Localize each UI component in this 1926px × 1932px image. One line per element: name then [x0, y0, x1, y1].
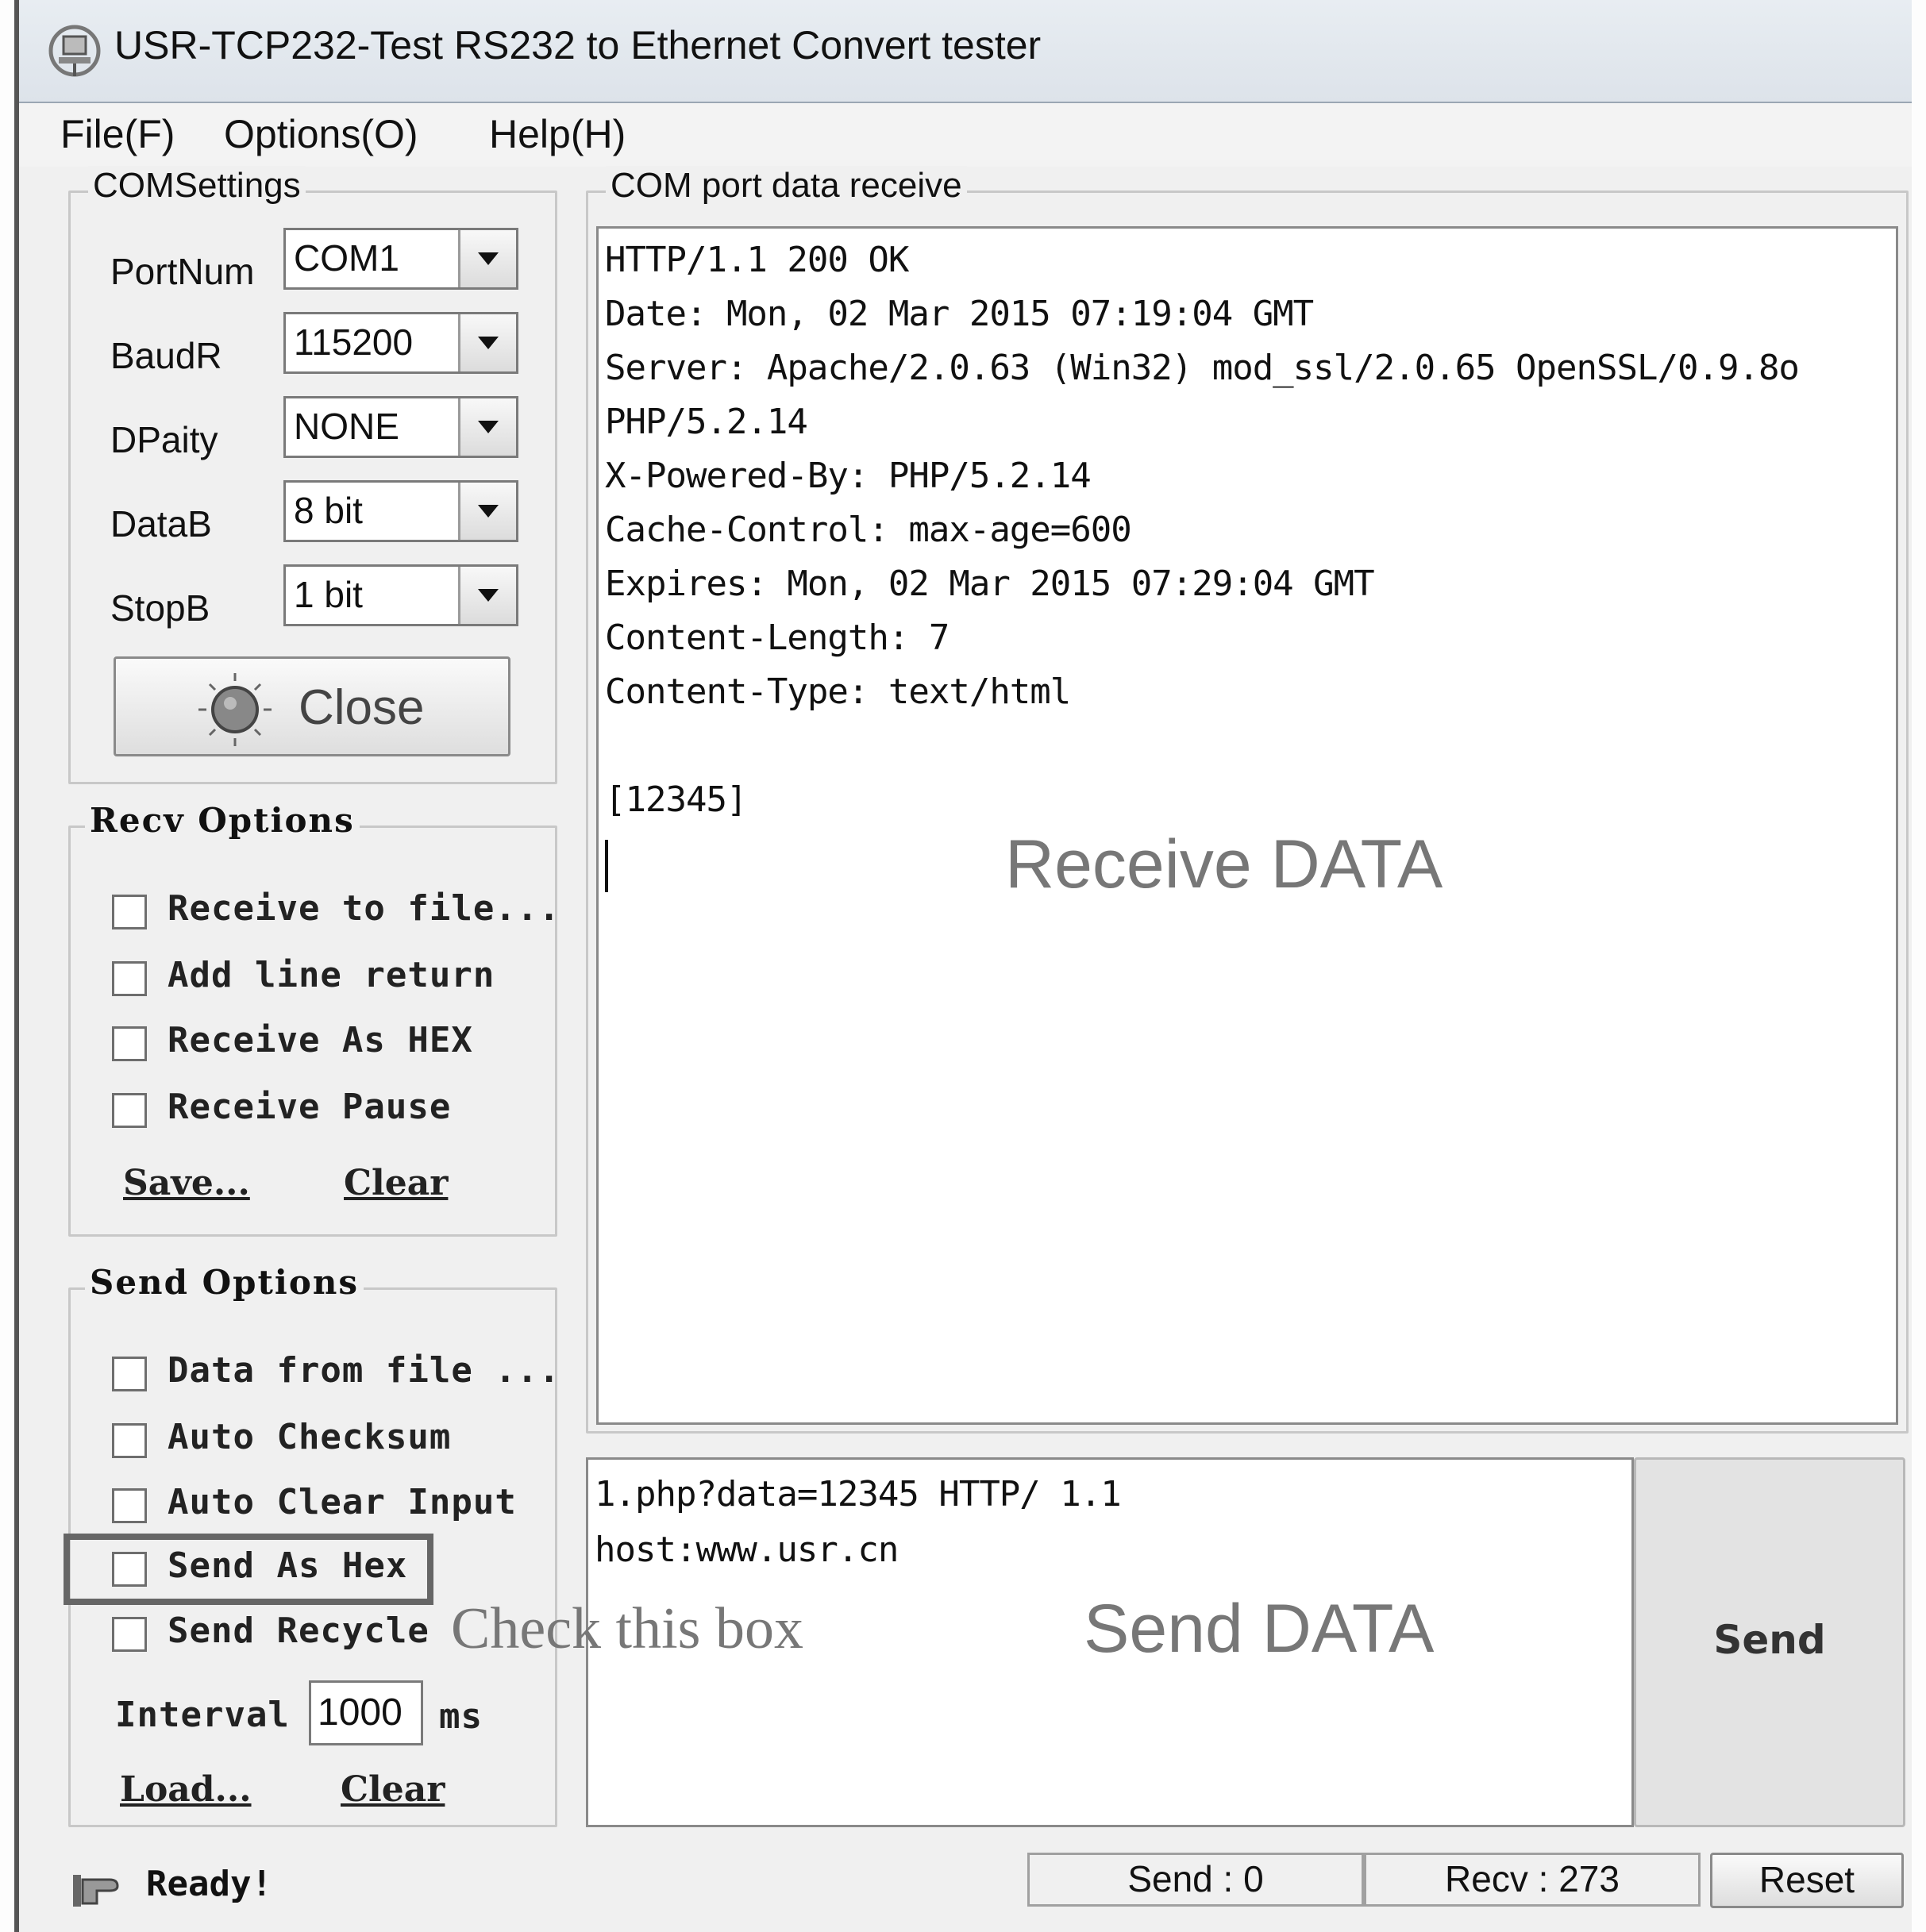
receive-line: X-Powered-By: PHP/5.2.14 [605, 456, 1092, 496]
recv-options-title: Recv Options [85, 801, 360, 840]
portnum-label: PortNum [110, 251, 255, 292]
interval-label: Interval [115, 1695, 290, 1735]
receive-line: Server: Apache/2.0.63 (Win32) mod_ssl/2.… [605, 348, 1800, 388]
send-options-title: Send Options [85, 1263, 364, 1302]
stopbits-select[interactable]: 1 bit [283, 564, 518, 626]
menu-help[interactable]: Help(H) [489, 111, 626, 157]
auto-checksum-checkbox[interactable] [112, 1423, 147, 1458]
interval-value: 1000 [318, 1691, 403, 1734]
receive-panel-title: COM port data receive [606, 166, 967, 206]
databits-select[interactable]: 8 bit [283, 480, 518, 542]
network-computer-icon [43, 19, 106, 83]
send-data-overlay: Send DATA [1084, 1591, 1435, 1667]
receive-pause-checkbox[interactable] [112, 1093, 147, 1128]
send-load-link[interactable]: Load... [120, 1769, 252, 1810]
recv-clear-link[interactable]: Clear [344, 1163, 448, 1203]
portnum-value: COM1 [294, 237, 399, 279]
status-text: Ready! [146, 1864, 272, 1904]
send-line: 1.php?data=12345 HTTP/ 1.1 [595, 1474, 1122, 1514]
port-status-light-icon [195, 670, 275, 752]
auto-clear-input-label: Auto Clear Input [168, 1482, 517, 1522]
parity-select[interactable]: NONE [283, 396, 518, 458]
receive-line: Expires: Mon, 02 Mar 2015 07:29:04 GMT [605, 564, 1375, 604]
menu-options[interactable]: Options(O) [224, 111, 418, 157]
window-title: USR-TCP232-Test RS232 to Ethernet Conver… [114, 23, 1042, 67]
databits-label: DataB [110, 503, 212, 545]
reset-button[interactable]: Reset [1710, 1853, 1904, 1908]
status-bar: Ready! Send : 0 Recv : 273 Reset [19, 1842, 1912, 1932]
menu-bar: File(F) Options(O) Help(H) [19, 103, 1912, 167]
send-as-hex-highlight [64, 1534, 433, 1605]
menu-file[interactable]: File(F) [60, 111, 175, 157]
recv-options-group: Recv Options Receive to file... Add line… [68, 801, 560, 1237]
receive-line: HTTP/1.1 200 OK [605, 240, 909, 280]
title-bar: USR-TCP232-Test RS232 to Ethernet Conver… [19, 0, 1912, 104]
interval-input[interactable]: 1000 [309, 1680, 423, 1745]
close-button-label: Close [299, 680, 425, 735]
send-button[interactable]: Send [1634, 1457, 1905, 1827]
com-settings-title: COMSettings [88, 166, 306, 206]
send-clear-link[interactable]: Clear [341, 1769, 445, 1810]
close-port-button[interactable]: Close [114, 656, 510, 756]
send-line: host:www.usr.cn [595, 1530, 899, 1570]
receive-line: Content-Length: 7 [605, 618, 950, 658]
recv-counter: Recv : 273 [1364, 1853, 1701, 1907]
recv-save-link[interactable]: Save... [123, 1163, 250, 1203]
add-line-return-label: Add line return [168, 955, 495, 995]
databits-value: 8 bit [294, 490, 363, 531]
receive-pause-label: Receive Pause [168, 1087, 452, 1127]
receive-line: Content-Type: text/html [605, 672, 1071, 712]
hand-pointer-icon [70, 1864, 125, 1915]
parity-value: NONE [294, 406, 399, 447]
receive-to-file-label: Receive to file... [168, 888, 560, 929]
receive-data-overlay: Receive DATA [1005, 826, 1443, 902]
receive-as-hex-label: Receive As HEX [168, 1020, 473, 1060]
receive-line: Cache-Control: max-age=600 [605, 510, 1132, 550]
stopbits-value: 1 bit [294, 574, 363, 615]
parity-label: DPaity [110, 419, 218, 460]
auto-checksum-label: Auto Checksum [168, 1417, 452, 1457]
receive-as-hex-checkbox[interactable] [112, 1026, 147, 1061]
send-recycle-checkbox[interactable] [112, 1617, 147, 1652]
chevron-down-icon[interactable] [458, 314, 516, 371]
send-recycle-label: Send Recycle [168, 1611, 429, 1651]
portnum-select[interactable]: COM1 [283, 228, 518, 290]
baudrate-value: 115200 [294, 321, 414, 363]
text-cursor [605, 840, 608, 892]
add-line-return-checkbox[interactable] [112, 961, 147, 996]
check-box-hint: Check this box [451, 1596, 803, 1661]
app-window: USR-TCP232-Test RS232 to Ethernet Conver… [14, 0, 1912, 1932]
chevron-down-icon[interactable] [458, 483, 516, 540]
receive-to-file-checkbox[interactable] [112, 895, 147, 929]
receive-line: PHP/5.2.14 [605, 402, 808, 442]
stopbits-label: StopB [110, 587, 210, 629]
receive-group: COM port data receive HTTP/1.1 200 OK Da… [586, 166, 1909, 1434]
data-from-file-label: Data from file ... [168, 1350, 560, 1391]
com-settings-group: COMSettings PortNum COM1 BaudR 115200 DP… [68, 166, 557, 784]
send-counter: Send : 0 [1027, 1853, 1364, 1907]
data-from-file-checkbox[interactable] [112, 1357, 147, 1391]
baudrate-select[interactable]: 115200 [283, 312, 518, 374]
chevron-down-icon[interactable] [458, 230, 516, 287]
send-button-label: Send [1713, 1617, 1826, 1663]
receive-line: [12345] [605, 779, 747, 820]
auto-clear-input-checkbox[interactable] [112, 1488, 147, 1523]
receive-textarea[interactable]: HTTP/1.1 200 OK Date: Mon, 02 Mar 2015 0… [596, 226, 1898, 1425]
receive-line: Date: Mon, 02 Mar 2015 07:19:04 GMT [605, 294, 1314, 334]
baudrate-label: BaudR [110, 335, 222, 376]
chevron-down-icon[interactable] [458, 398, 516, 456]
chevron-down-icon[interactable] [458, 567, 516, 624]
interval-unit: ms [439, 1696, 483, 1737]
